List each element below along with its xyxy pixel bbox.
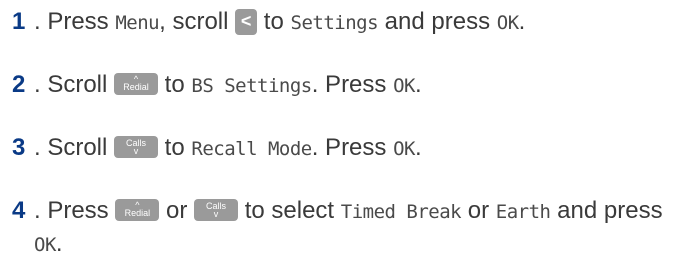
step-text-segment: to: [158, 71, 192, 98]
step-text-segment: to select: [238, 197, 341, 224]
step-text-segment: .: [414, 71, 422, 98]
step-text-segment: .: [518, 8, 526, 35]
step-text: . Press ^ Redial or Calls v to select Time…: [34, 195, 694, 261]
step-number: 3: [12, 134, 26, 161]
step-number: 4: [12, 197, 26, 224]
step-number: 2: [12, 71, 26, 98]
key-label: Redial: [123, 81, 149, 92]
instruction-steps: 1 . Press Menu, scroll < to Settings and …: [0, 0, 694, 261]
redial-up-key-icon: ^ Redial: [115, 198, 160, 221]
display-text: BS Settings: [191, 75, 312, 97]
step-text-segment: . Press: [34, 197, 116, 224]
display-text: OK: [496, 12, 519, 34]
instruction-step: 4 . Press ^ Redial or Calls v to select Tim…: [12, 195, 694, 261]
display-text: OK: [393, 75, 415, 97]
key-label: Redial: [124, 207, 151, 218]
step-text-segment: . Press: [34, 8, 116, 35]
display-text: Timed Break: [340, 201, 462, 223]
instruction-step: 3 . Scroll Calls v to Recall Mode. Press O…: [12, 132, 694, 165]
step-text-segment: . Scroll: [34, 71, 115, 98]
step-text-segment: to: [158, 134, 192, 161]
step-text: . Press Menu, scroll < to Settings and p…: [34, 6, 694, 39]
key-arrow: v: [213, 208, 219, 219]
step-text: . Scroll ^ Redial to BS Settings. Press O…: [34, 69, 694, 102]
calls-down-key-icon: Calls v: [114, 135, 159, 158]
display-text: Recall Mode: [191, 138, 312, 160]
step-text: . Scroll Calls v to Recall Mode. Press OK…: [34, 132, 694, 165]
redial-up-key-icon: ^ Redial: [114, 72, 159, 95]
step-text-segment: . Press: [311, 134, 394, 161]
step-text-segment: and press: [378, 8, 497, 35]
calls-down-key-icon: Calls v: [194, 198, 239, 221]
step-text-segment: .: [414, 134, 422, 161]
display-text: OK: [34, 234, 56, 256]
display-text: Earth: [495, 201, 551, 223]
step-number: 1: [12, 8, 26, 35]
left-chevron-key-icon: <: [235, 8, 258, 35]
step-text-segment: , scroll: [159, 8, 236, 35]
step-text-segment: . Press: [311, 71, 394, 98]
key-arrow: v: [133, 145, 139, 156]
step-text-segment: to: [257, 8, 291, 35]
display-text: OK: [393, 138, 415, 160]
step-text-segment: . Scroll: [34, 134, 115, 161]
instruction-step: 2 . Scroll ^ Redial to BS Settings. Press …: [12, 69, 694, 102]
step-text-segment: and press: [550, 197, 663, 224]
step-text-segment: or: [461, 197, 496, 224]
display-text: Menu: [115, 12, 160, 34]
step-text-segment: .: [55, 230, 63, 257]
instruction-step: 1 . Press Menu, scroll < to Settings and …: [12, 6, 694, 39]
display-text: Settings: [290, 12, 379, 34]
step-text-segment: or: [159, 197, 195, 224]
